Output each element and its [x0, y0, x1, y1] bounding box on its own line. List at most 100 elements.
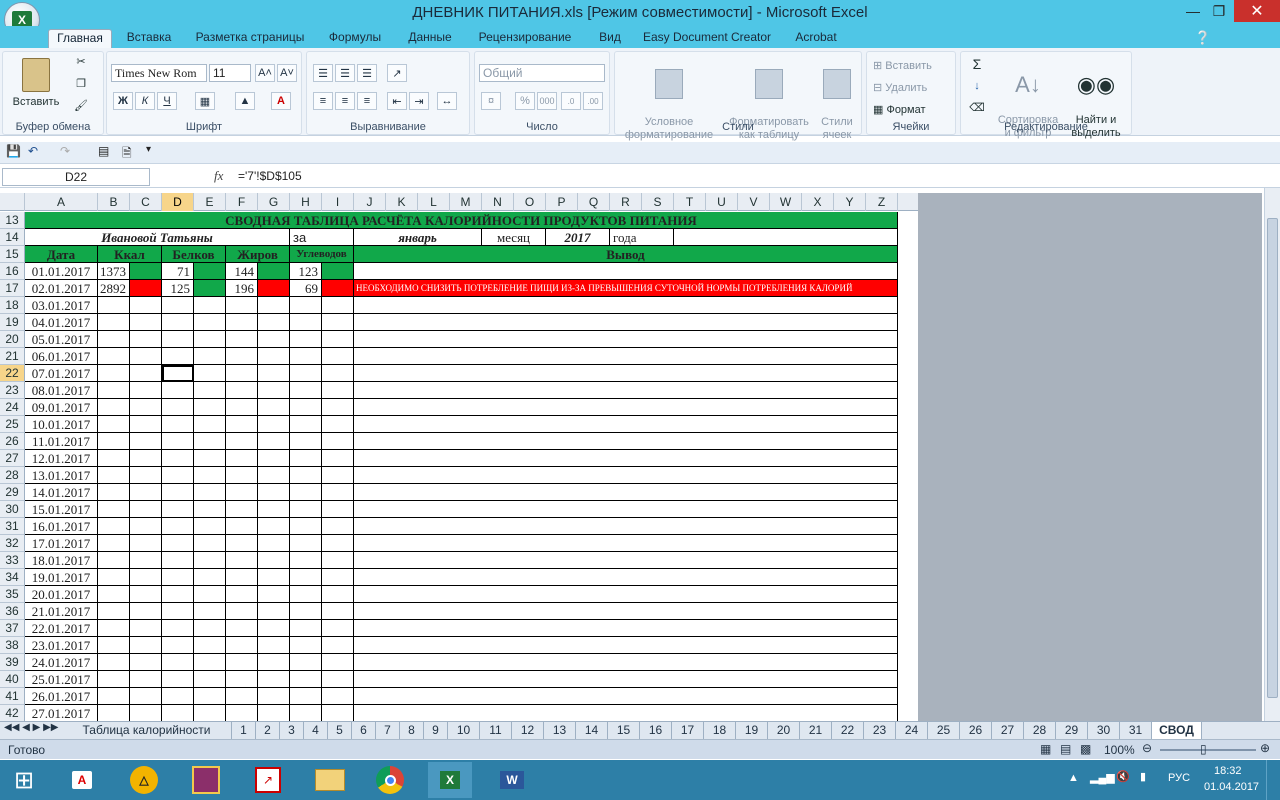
page-layout-view-icon[interactable]: ▤: [1060, 742, 1071, 756]
row-header-28[interactable]: 28: [0, 467, 25, 484]
cell[interactable]: [226, 654, 258, 671]
cell[interactable]: [226, 637, 258, 654]
cell[interactable]: [290, 382, 322, 399]
month-value[interactable]: январь: [354, 229, 482, 246]
cell[interactable]: [130, 365, 162, 382]
cell[interactable]: [130, 467, 162, 484]
header-protein[interactable]: Белков: [162, 246, 226, 263]
cell[interactable]: [194, 484, 226, 501]
sheet-tab-4[interactable]: 4: [304, 722, 328, 739]
column-header-u[interactable]: U: [706, 193, 738, 211]
align-top-icon[interactable]: ☰: [313, 64, 333, 82]
column-header-s[interactable]: S: [642, 193, 674, 211]
cell[interactable]: [98, 399, 130, 416]
cell[interactable]: [290, 552, 322, 569]
cell[interactable]: [290, 654, 322, 671]
row-header-35[interactable]: 35: [0, 586, 25, 603]
sheet-tab-27[interactable]: 27: [992, 722, 1024, 739]
cell[interactable]: [226, 620, 258, 637]
align-center-icon[interactable]: ≡: [335, 92, 355, 110]
column-header-g[interactable]: G: [258, 193, 290, 211]
cell[interactable]: [130, 620, 162, 637]
column-header-j[interactable]: J: [354, 193, 386, 211]
carb-cell[interactable]: 123: [290, 263, 322, 280]
cell[interactable]: [194, 552, 226, 569]
merge-center-icon[interactable]: ↔: [437, 92, 457, 110]
cell[interactable]: [194, 535, 226, 552]
cell[interactable]: [226, 671, 258, 688]
row-header-25[interactable]: 25: [0, 416, 25, 433]
cell[interactable]: [130, 348, 162, 365]
sheet-tab-13[interactable]: 13: [544, 722, 576, 739]
carb-status-cell[interactable]: [322, 263, 354, 280]
cell[interactable]: [98, 586, 130, 603]
cell[interactable]: [130, 382, 162, 399]
sheet-tab-10[interactable]: 10: [448, 722, 480, 739]
cell[interactable]: [322, 450, 354, 467]
date-cell[interactable]: 01.01.2017: [25, 263, 98, 280]
output-cell[interactable]: [354, 416, 898, 433]
header-carb[interactable]: Углеводов: [290, 246, 354, 263]
font-color-icon[interactable]: A: [271, 92, 291, 110]
align-middle-icon[interactable]: ☰: [335, 64, 355, 82]
font-size-box[interactable]: 11: [209, 64, 251, 82]
winrar-taskbar-icon[interactable]: [184, 762, 228, 798]
date-cell[interactable]: 02.01.2017: [25, 280, 98, 297]
cell[interactable]: [226, 416, 258, 433]
excel-taskbar-icon[interactable]: X: [428, 762, 472, 798]
output-cell[interactable]: [354, 348, 898, 365]
sheet-tab-3[interactable]: 3: [280, 722, 304, 739]
output-cell[interactable]: [354, 569, 898, 586]
date-cell[interactable]: 18.01.2017: [25, 552, 98, 569]
undo-icon[interactable]: ↶: [28, 144, 38, 158]
align-bottom-icon[interactable]: ☰: [357, 64, 377, 82]
paste-button[interactable]: Вставить: [11, 58, 61, 109]
date-cell[interactable]: 08.01.2017: [25, 382, 98, 399]
new-document-icon[interactable]: 🗎: [122, 144, 132, 165]
cell[interactable]: [98, 501, 130, 518]
column-header-q[interactable]: Q: [578, 193, 610, 211]
sheet-tab-26[interactable]: 26: [960, 722, 992, 739]
protein-status-cell[interactable]: [194, 280, 226, 297]
output-cell[interactable]: [354, 637, 898, 654]
cell[interactable]: [162, 501, 194, 518]
row-header-20[interactable]: 20: [0, 331, 25, 348]
cell[interactable]: [226, 484, 258, 501]
cell[interactable]: [258, 671, 290, 688]
output-cell[interactable]: [354, 501, 898, 518]
date-cell[interactable]: 14.01.2017: [25, 484, 98, 501]
date-cell[interactable]: 21.01.2017: [25, 603, 98, 620]
close-button[interactable]: ✕: [1234, 0, 1280, 22]
cell[interactable]: [226, 552, 258, 569]
row-header-32[interactable]: 32: [0, 535, 25, 552]
column-header-t[interactable]: T: [674, 193, 706, 211]
date-cell[interactable]: 15.01.2017: [25, 501, 98, 518]
output-cell[interactable]: [354, 314, 898, 331]
cell[interactable]: [290, 535, 322, 552]
cell[interactable]: [322, 671, 354, 688]
row-header-27[interactable]: 27: [0, 450, 25, 467]
cell[interactable]: [98, 654, 130, 671]
cell[interactable]: [290, 620, 322, 637]
currency-icon[interactable]: ¤: [481, 92, 501, 110]
cell[interactable]: [130, 705, 162, 721]
cell[interactable]: [258, 331, 290, 348]
zoom-in-icon[interactable]: ⊕: [1260, 741, 1270, 755]
date-cell[interactable]: 11.01.2017: [25, 433, 98, 450]
cell[interactable]: [162, 705, 194, 721]
cell[interactable]: [98, 518, 130, 535]
date-cell[interactable]: 25.01.2017: [25, 671, 98, 688]
row-header-36[interactable]: 36: [0, 603, 25, 620]
cell[interactable]: [322, 314, 354, 331]
column-header-o[interactable]: O: [514, 193, 546, 211]
output-cell[interactable]: [354, 552, 898, 569]
date-cell[interactable]: 22.01.2017: [25, 620, 98, 637]
column-header-r[interactable]: R: [610, 193, 642, 211]
cell[interactable]: [130, 552, 162, 569]
row-header-38[interactable]: 38: [0, 637, 25, 654]
sheet-tab-21[interactable]: 21: [800, 722, 832, 739]
cell[interactable]: [194, 416, 226, 433]
row-header-34[interactable]: 34: [0, 569, 25, 586]
cell[interactable]: [258, 467, 290, 484]
date-cell[interactable]: 09.01.2017: [25, 399, 98, 416]
